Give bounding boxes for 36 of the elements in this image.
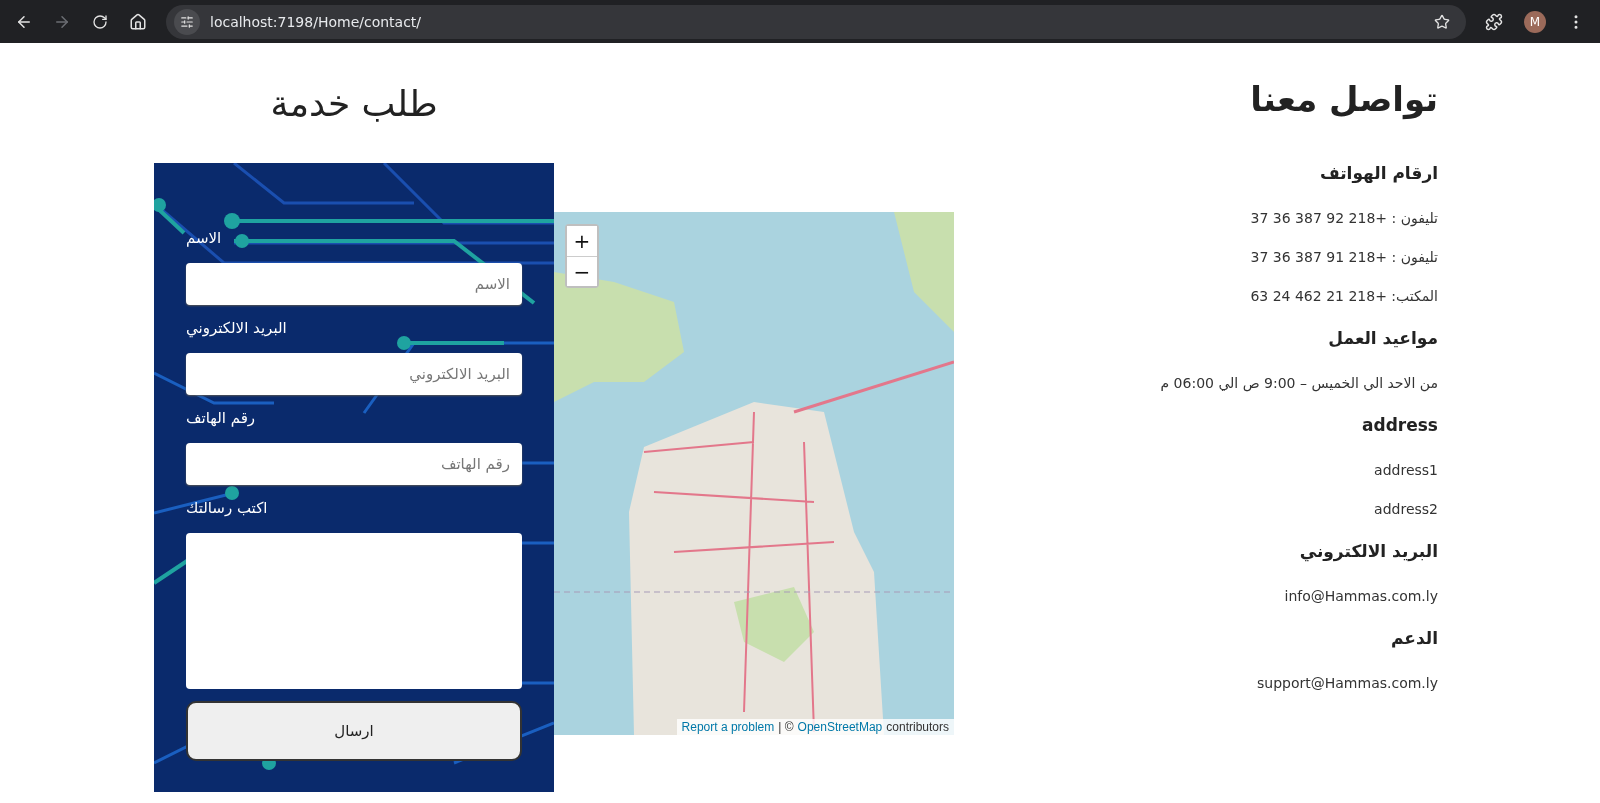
input-field[interactable]: البريد الالكتروني — [186, 353, 522, 395]
message-field[interactable] — [186, 533, 522, 689]
section-heading: address — [1362, 414, 1438, 437]
home-icon — [129, 12, 147, 31]
contact-info-text: address1 — [1374, 461, 1438, 480]
section-heading: مواعيد العمل — [1328, 327, 1438, 350]
openstreetmap-link[interactable]: OpenStreetMap — [797, 720, 883, 734]
url-text: localhost:7198/Home/contact/ — [210, 13, 423, 30]
submit-button[interactable]: ارسال — [186, 701, 522, 761]
contact-info-text: تليفون : +218 91 387 36 37 — [1250, 248, 1438, 267]
contact-title: تواصل معنا — [1250, 78, 1438, 121]
section-heading: البريد الالكتروني — [1299, 540, 1438, 563]
form-title: طلب خدمة — [270, 83, 438, 125]
contact-info-text: المكتب: +218 21 462 24 63 — [1250, 287, 1438, 306]
report-problem-link[interactable]: Report a problem — [681, 720, 775, 734]
field-label: الاسم — [186, 229, 222, 247]
contact-info-text: تليفون : +218 92 387 36 37 — [1250, 209, 1438, 228]
reload-icon — [92, 13, 108, 30]
input-field[interactable]: رقم الهاتف — [186, 443, 522, 485]
contact-info-text: support@Hammas.com.ly — [1257, 674, 1438, 693]
field-label: رقم الهاتف — [186, 409, 256, 427]
profile-avatar[interactable]: M — [1524, 10, 1546, 33]
contact-info-text: من الاحد الي الخميس – 9:00 ص الي 06:00 م — [1160, 374, 1438, 393]
map[interactable]: + − Report a problem | © OpenStreetMap contributors — [554, 212, 954, 735]
input-field[interactable]: الاسم — [186, 263, 522, 305]
attribution-text: contributors — [886, 720, 949, 734]
attribution-separator: | © — [778, 720, 794, 734]
field-label: اكتب رسالتك — [186, 499, 268, 517]
section-heading: ارقام الهواتف — [1319, 162, 1438, 185]
section-heading: الدعم — [1391, 627, 1438, 650]
address-bar[interactable]: localhost:7198/Home/contact/ — [166, 4, 1466, 39]
contact-info-text: info@Hammas.com.ly — [1284, 587, 1438, 606]
field-label: البريد الالكتروني — [186, 319, 287, 337]
site-settings-icon[interactable] — [174, 8, 200, 35]
zoom-out-button[interactable]: − — [567, 256, 597, 286]
contact-info-text: address2 — [1374, 500, 1438, 519]
